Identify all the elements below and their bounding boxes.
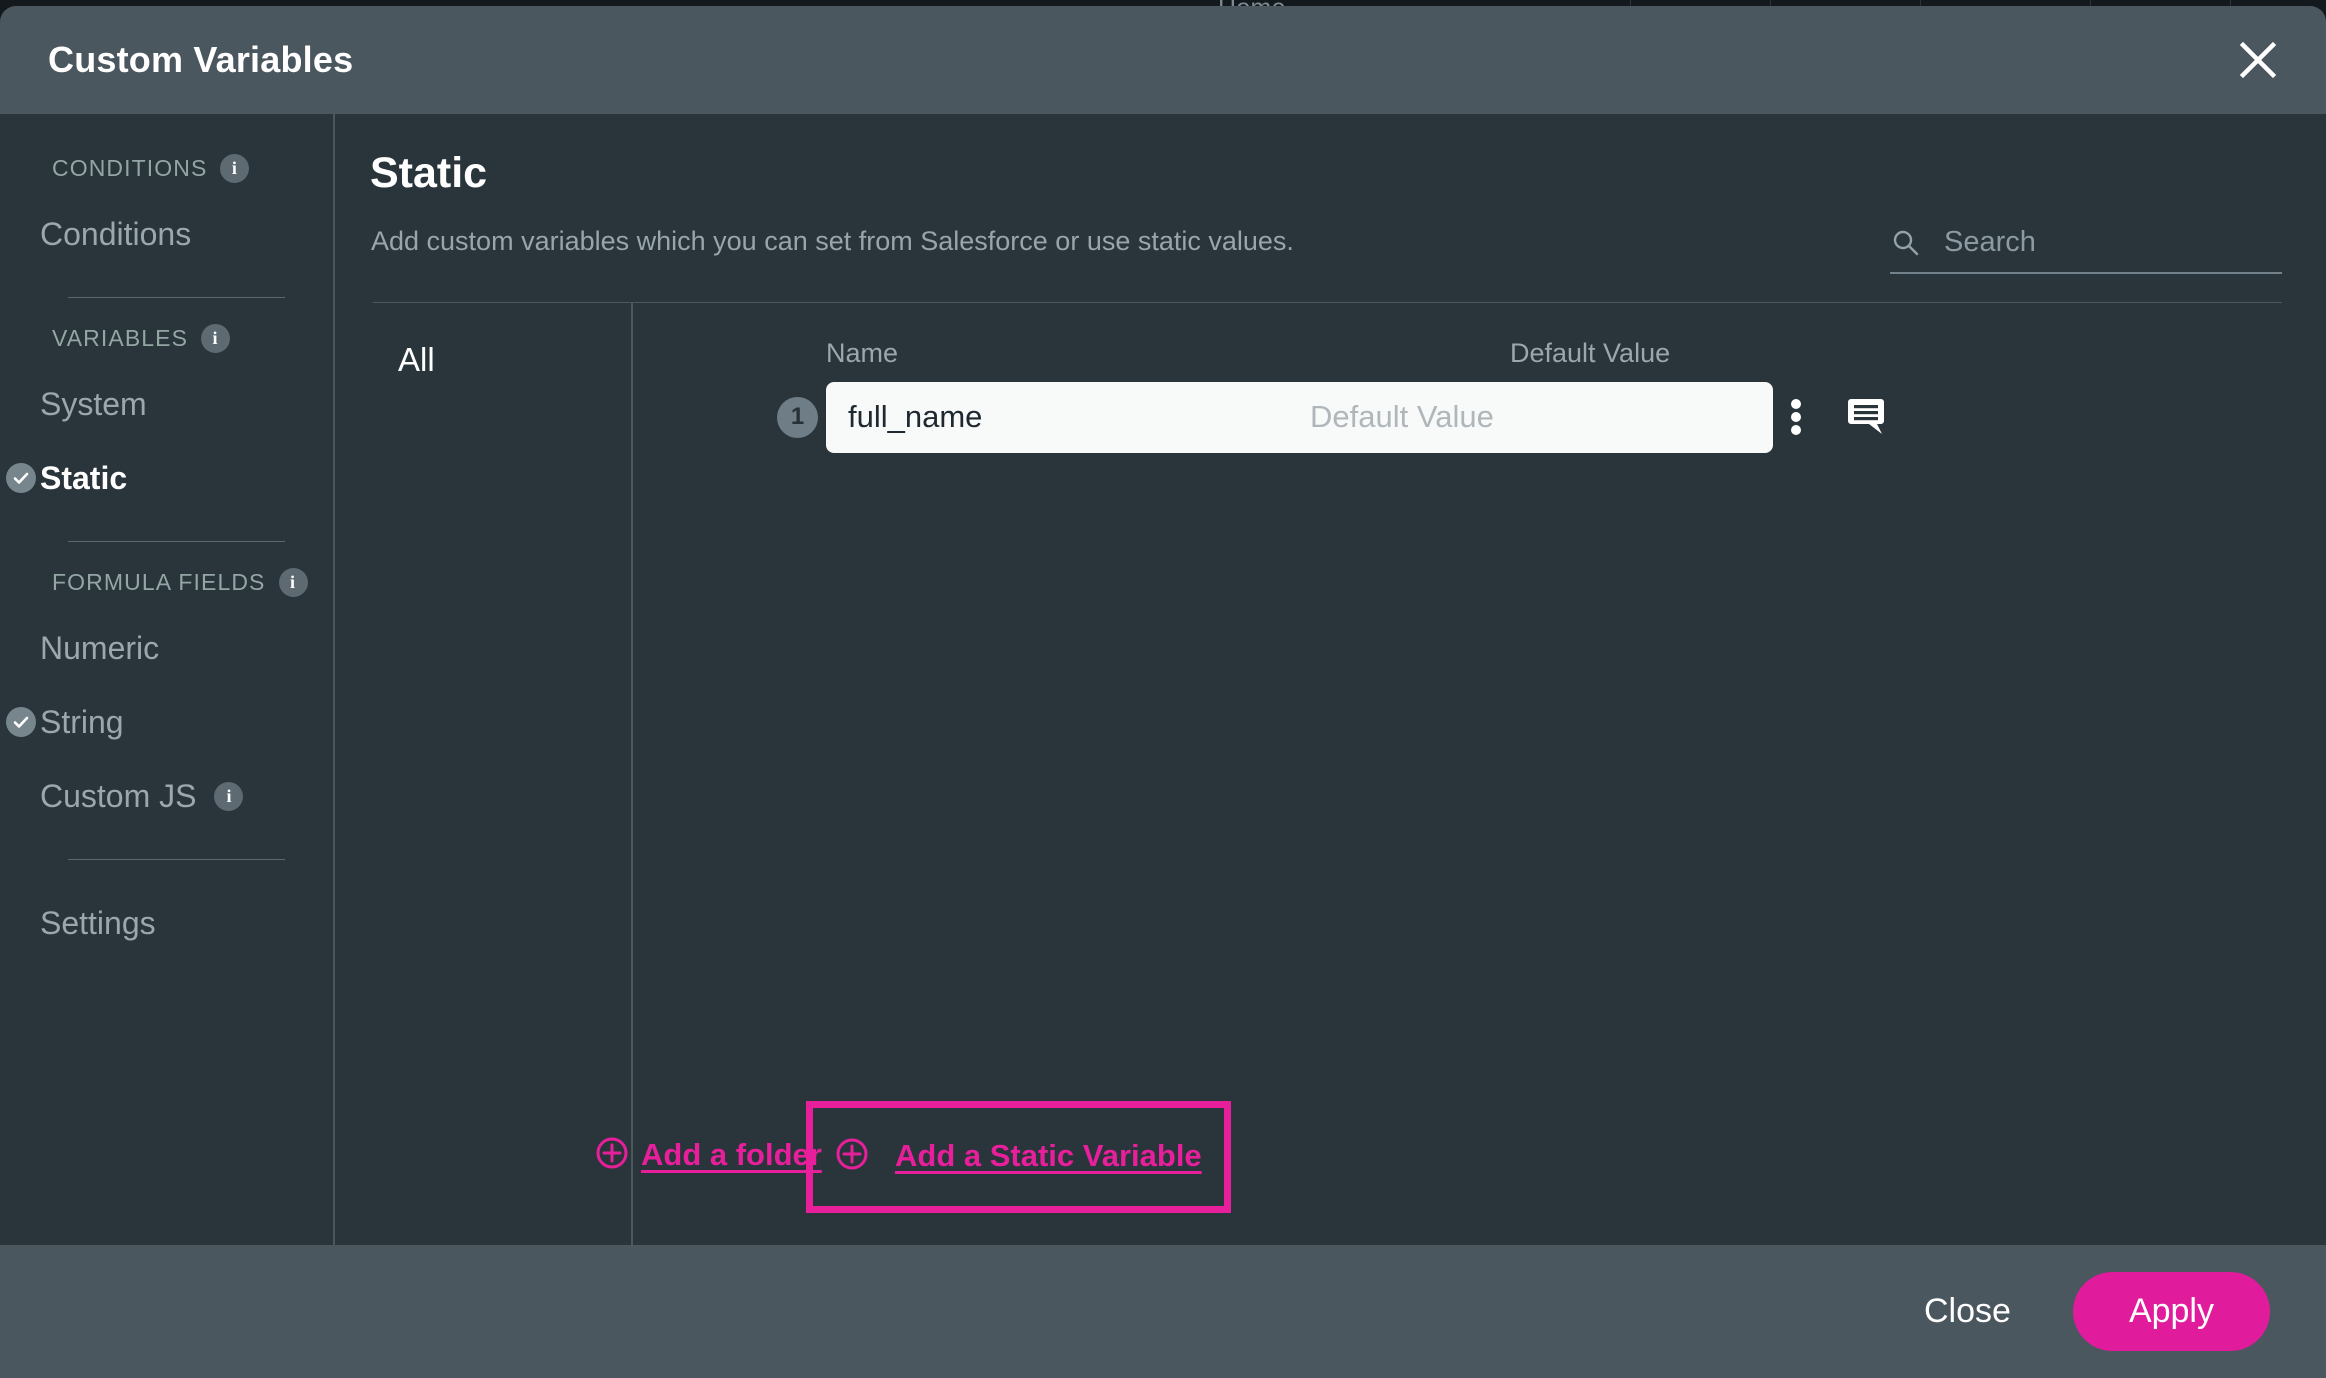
sidebar-item-label: String — [40, 703, 124, 740]
sidebar-item-label: Static — [40, 459, 128, 496]
dialog-footer: Close Apply — [0, 1245, 2326, 1378]
main-panel: Static Add custom variables which you ca… — [335, 114, 2326, 1245]
row-index-badge: 1 — [777, 396, 818, 438]
sidebar-item-label: Numeric — [40, 629, 160, 666]
info-icon[interactable]: i — [278, 568, 308, 597]
check-circle-icon — [6, 463, 36, 493]
plus-circle-icon — [835, 1137, 869, 1176]
dialog-title: Custom Variables — [48, 39, 354, 80]
folder-column: All — [373, 303, 633, 1245]
dialog-body: CONDITIONS i Conditions VARIABLES i Syst… — [0, 114, 2326, 1245]
column-header-default-value: Default Value — [1510, 338, 1671, 368]
sidebar-group-formula-fields: FORMULA FIELDS i — [52, 568, 333, 597]
sidebar-item-static[interactable]: Static — [6, 441, 333, 515]
plus-circle-icon — [595, 1136, 629, 1175]
add-static-variable-button[interactable]: Add a Static Variable — [835, 1128, 1202, 1184]
page-subtitle: Add custom variables which you can set f… — [371, 226, 1294, 256]
sidebar-item-label: System — [40, 385, 147, 422]
apply-button[interactable]: Apply — [2072, 1272, 2270, 1351]
sidebar-group-label: FORMULA FIELDS — [52, 569, 266, 595]
sidebar-item-custom-js[interactable]: Custom JS i — [40, 759, 333, 833]
add-actions-row: Add a folder Add a Static Variable — [373, 1101, 2282, 1213]
close-button[interactable]: Close — [1924, 1292, 2011, 1331]
sidebar-item-label: Conditions — [40, 215, 192, 252]
column-header-name: Name — [826, 338, 899, 368]
add-static-variable-highlight: Add a Static Variable — [806, 1101, 1231, 1213]
sidebar-divider — [68, 541, 285, 542]
sidebar-group-conditions: CONDITIONS i — [52, 154, 333, 183]
table-row: 1 — [635, 381, 2282, 453]
info-icon[interactable]: i — [220, 154, 250, 183]
sidebar-item-settings[interactable]: Settings — [40, 886, 333, 960]
page-title: Static — [370, 149, 488, 197]
sidebar-item-system[interactable]: System — [40, 367, 333, 441]
sidebar-group-variables: VARIABLES i — [52, 324, 333, 353]
add-folder-button[interactable]: Add a folder — [595, 1127, 822, 1183]
sidebar-item-label: Custom JS — [40, 777, 197, 814]
sidebar-divider — [68, 297, 285, 298]
add-folder-label: Add a folder — [641, 1137, 822, 1172]
row-actions — [1790, 398, 1886, 436]
info-icon[interactable]: i — [214, 781, 244, 811]
sidebar-group-label: CONDITIONS — [52, 155, 208, 181]
info-icon[interactable]: i — [201, 324, 231, 353]
sidebar-divider — [68, 859, 285, 860]
check-circle-icon — [6, 707, 36, 737]
folder-item-all[interactable]: All — [398, 341, 631, 379]
more-vertical-icon[interactable] — [1790, 398, 1802, 436]
sidebar-item-conditions[interactable]: Conditions — [40, 197, 333, 271]
search-icon — [1890, 228, 1924, 263]
sidebar-item-numeric[interactable]: Numeric — [40, 611, 333, 685]
custom-variables-dialog: Custom Variables CONDITIONS i Conditions… — [0, 6, 2326, 1378]
dialog-header: Custom Variables — [0, 6, 2326, 114]
add-static-variable-label: Add a Static Variable — [895, 1138, 1202, 1173]
variable-default-value-input[interactable] — [1288, 381, 1773, 453]
search-input[interactable] — [1924, 225, 2326, 265]
search-box — [1890, 218, 2326, 274]
sidebar-item-string[interactable]: String — [6, 685, 333, 759]
comment-icon[interactable] — [1846, 398, 1886, 436]
sidebar-item-label: Settings — [40, 904, 156, 941]
sidebar: CONDITIONS i Conditions VARIABLES i Syst… — [0, 114, 335, 1245]
sidebar-group-label: VARIABLES — [52, 325, 189, 351]
close-icon[interactable] — [2230, 32, 2286, 88]
